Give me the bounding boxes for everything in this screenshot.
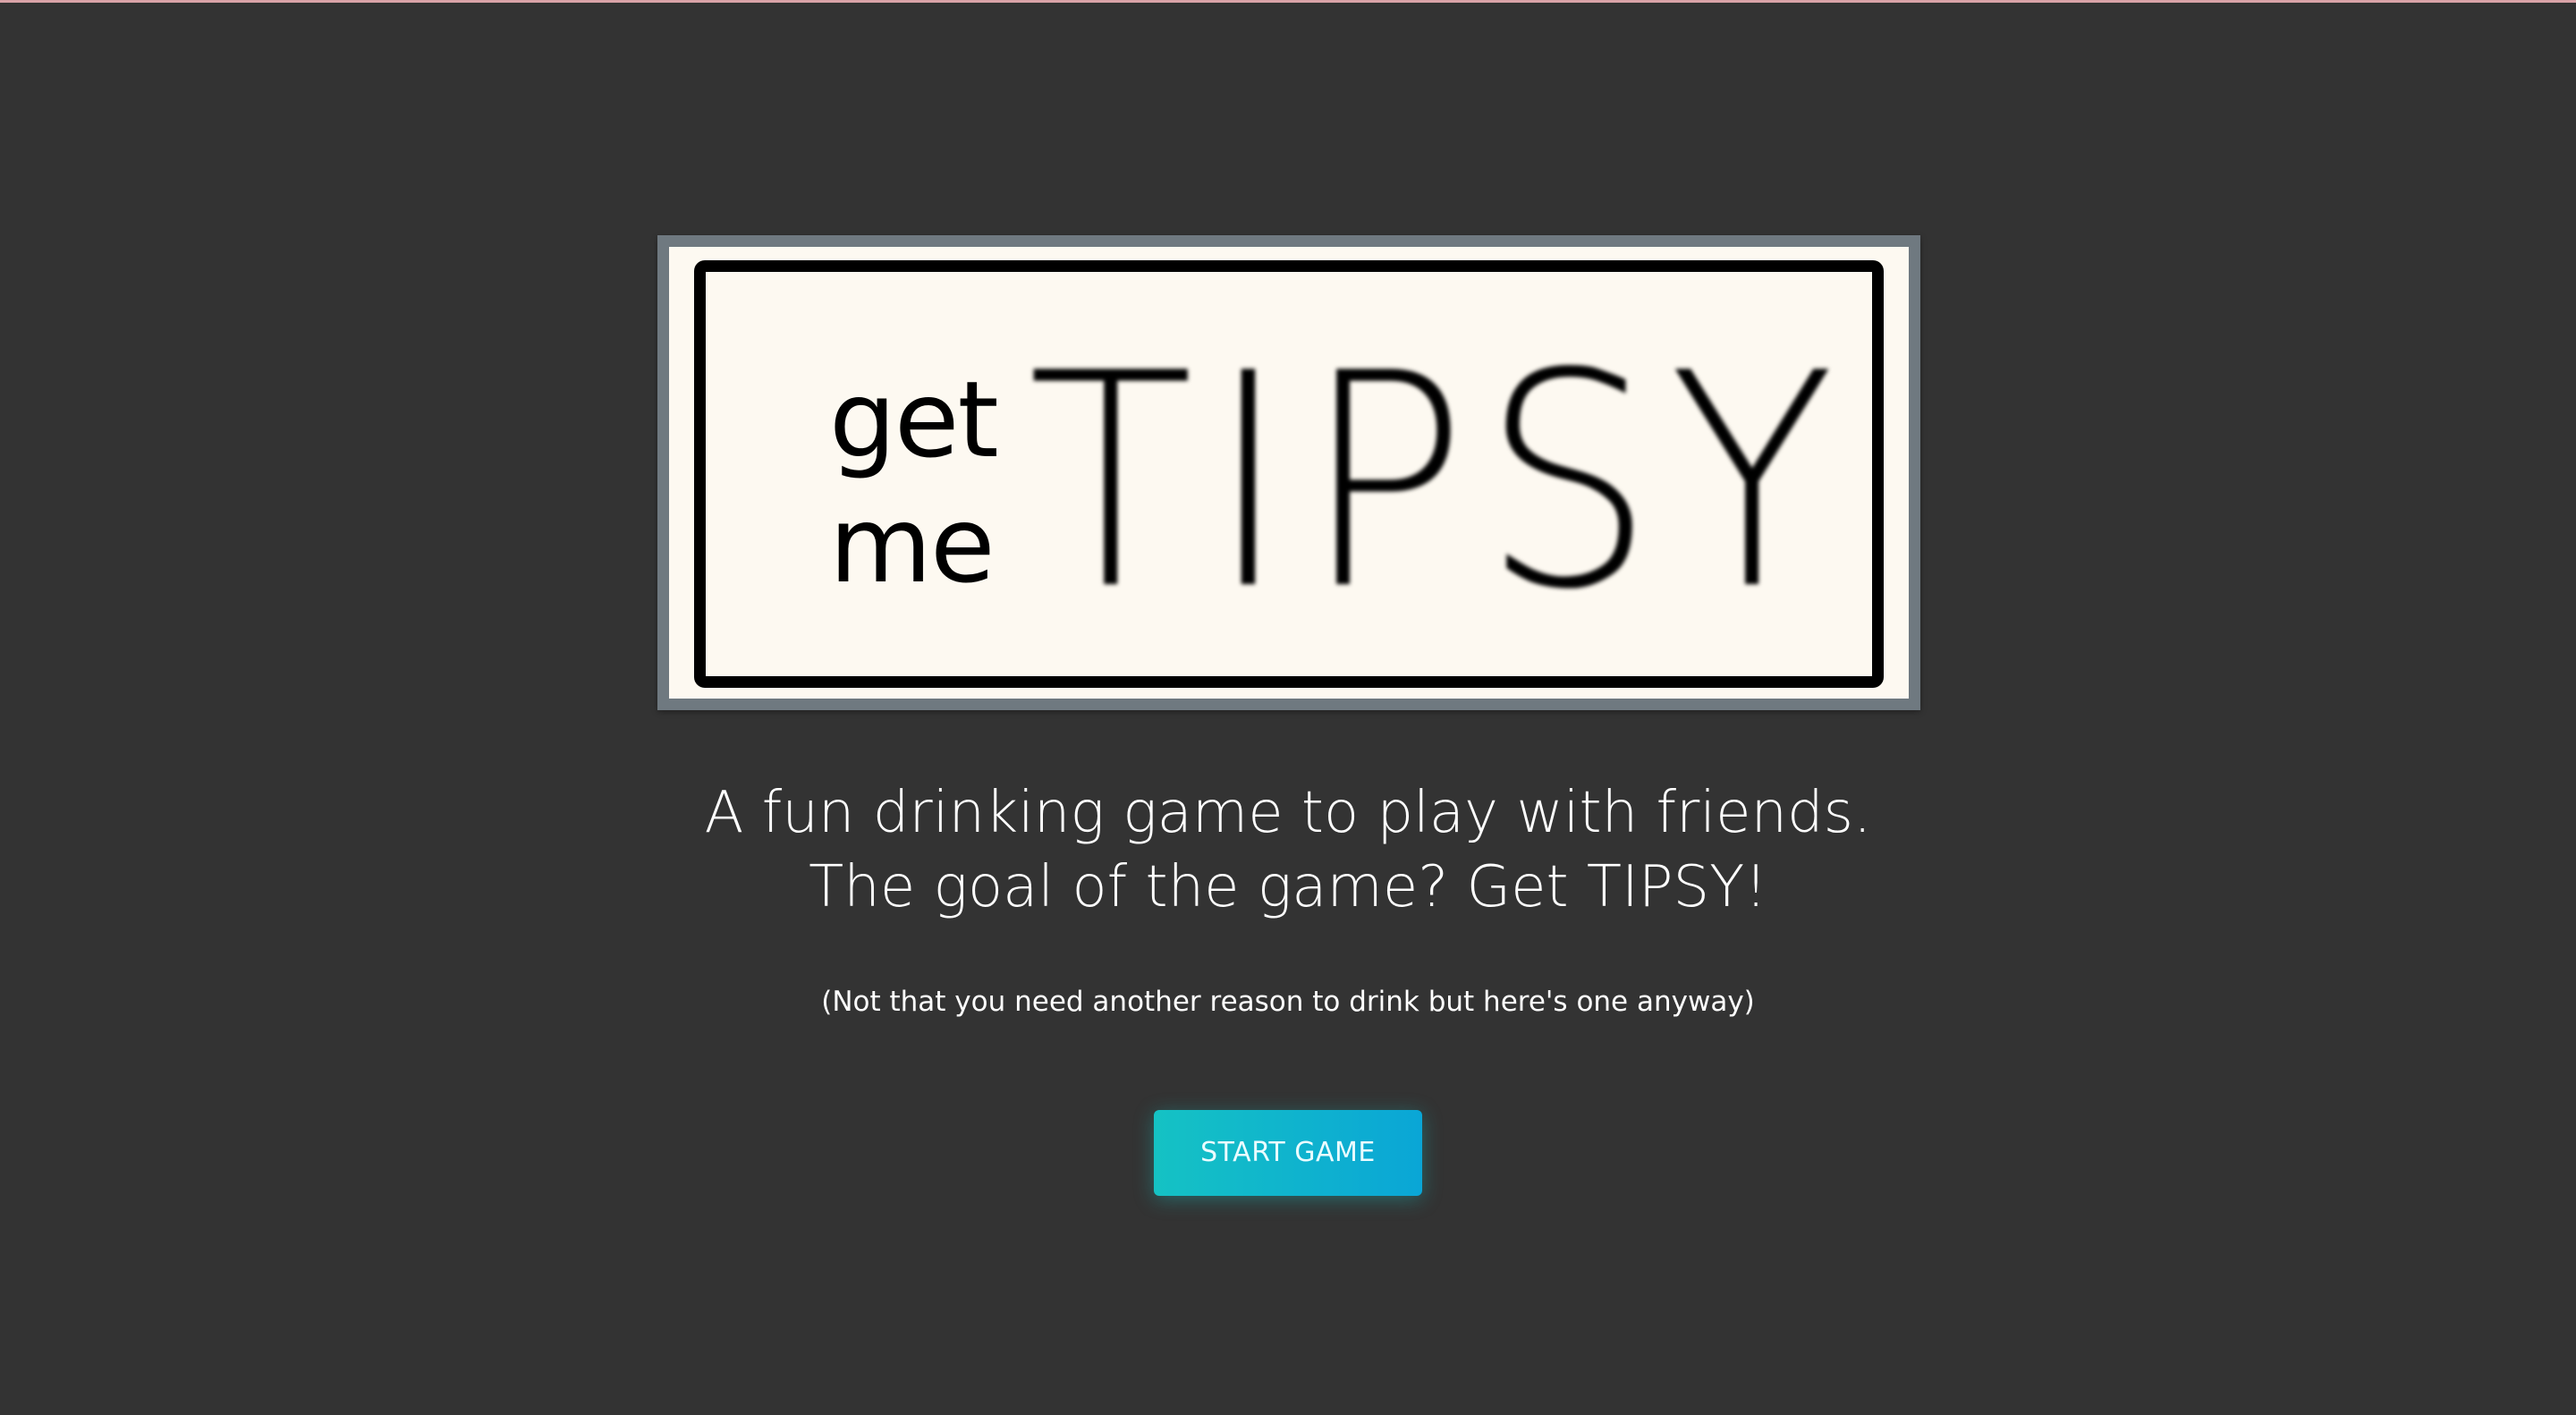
logo-get-me: get me [829, 357, 1008, 607]
start-game-button[interactable]: START GAME [1154, 1110, 1422, 1196]
tagline-line-2: The goal of the game? Get TIPSY! [809, 854, 1767, 920]
top-accent-line [0, 0, 2576, 3]
aside-note: (Not that you need another reason to dri… [821, 986, 1755, 1018]
logo-border: get me TIPSY [694, 260, 1884, 688]
logo-me-text: me [829, 483, 996, 606]
tagline: A fun drinking game to play with friends… [0, 776, 2576, 925]
logo-get-text: get [829, 358, 999, 481]
tagline-line-1: A fun drinking game to play with friends… [704, 780, 1872, 846]
logo-tipsy-wordmark: TIPSY [1028, 310, 1851, 654]
logo-banner: get me TIPSY [657, 235, 1920, 710]
